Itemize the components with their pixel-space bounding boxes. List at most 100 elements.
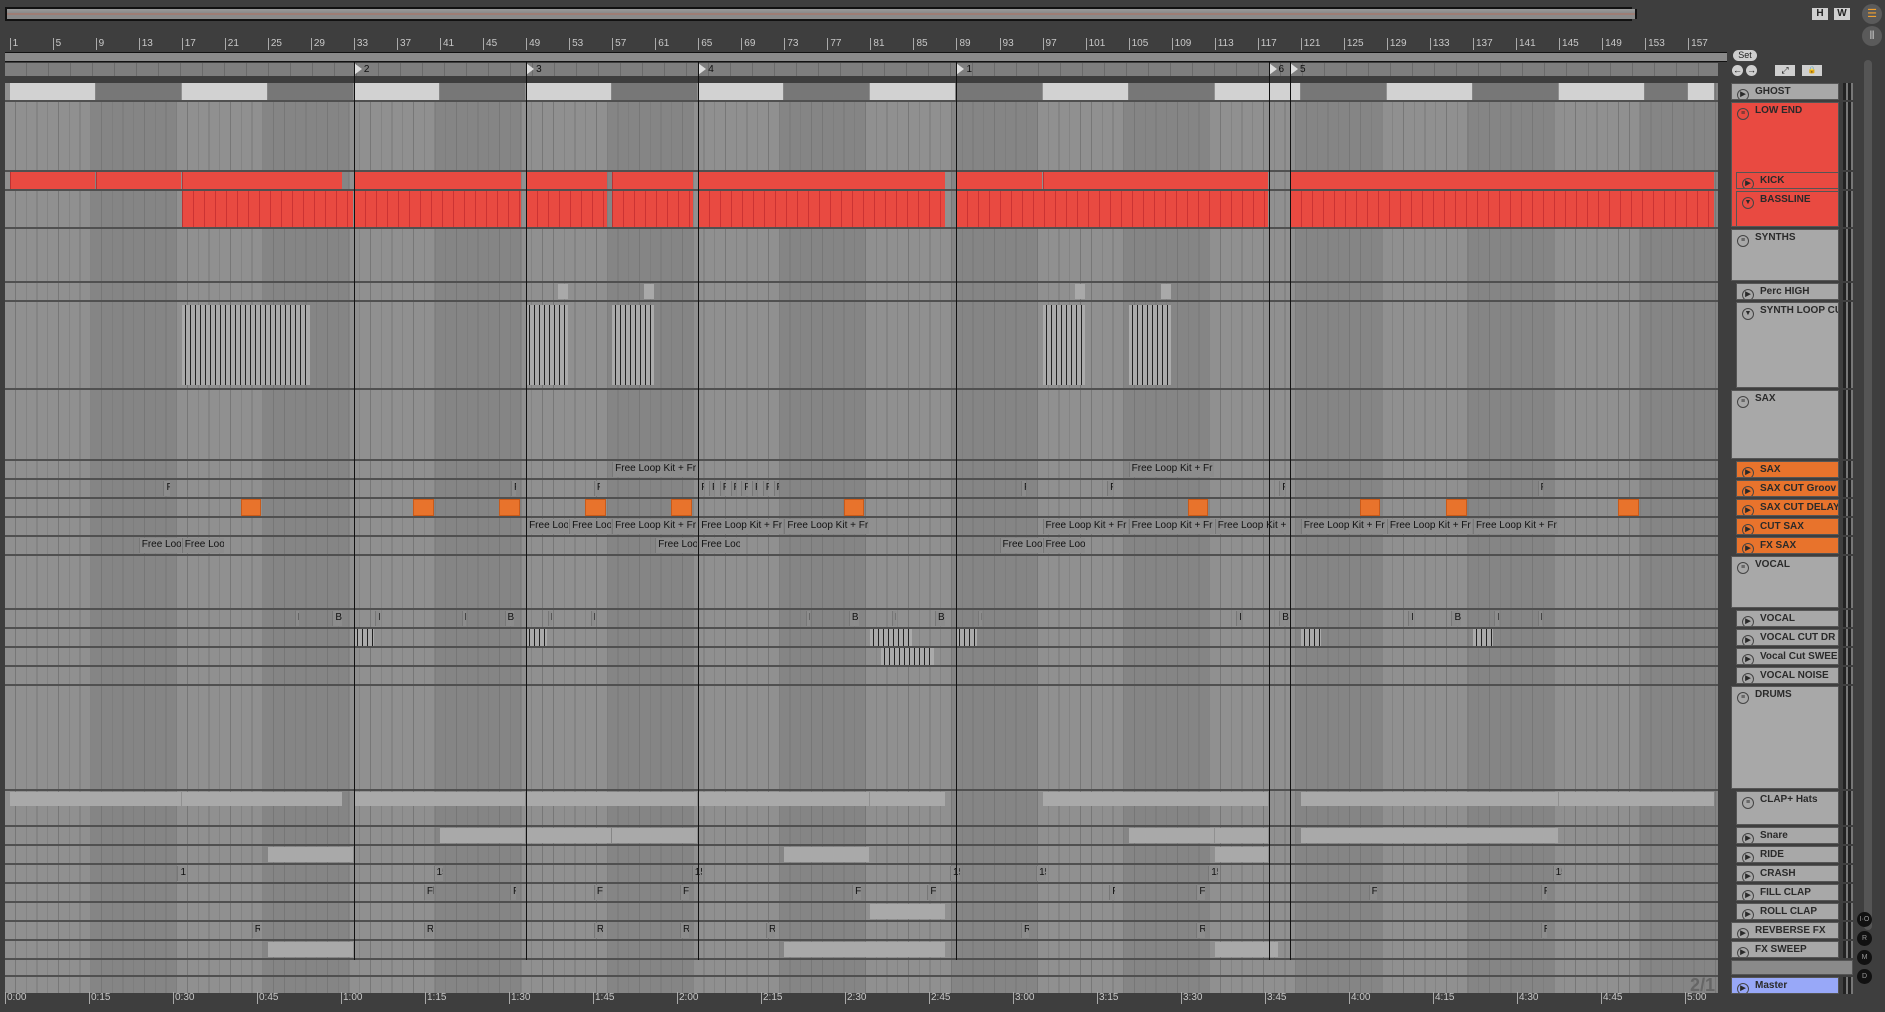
- track-lane[interactable]: [5, 941, 1718, 958]
- clip[interactable]: Free Loop Kit + Fr: [1300, 519, 1386, 534]
- clip[interactable]: Free Loo: [655, 538, 698, 553]
- clip[interactable]: Rc: [679, 923, 689, 938]
- track-header[interactable]: ▶ CRASH: [1736, 865, 1839, 882]
- clip[interactable]: [1472, 83, 1559, 100]
- clip[interactable]: [181, 172, 343, 189]
- track-lane[interactable]: [5, 283, 1718, 300]
- clip[interactable]: [1300, 629, 1322, 646]
- play-toggle-icon[interactable]: ▶: [1737, 983, 1749, 993]
- clip[interactable]: [9, 83, 95, 100]
- clip[interactable]: B: [1451, 611, 1462, 626]
- io-rmd-toggle-button[interactable]: R: [1857, 931, 1872, 946]
- clip[interactable]: [585, 499, 606, 516]
- track-header[interactable]: ▶ VOCAL NOISE: [1736, 667, 1839, 684]
- clip[interactable]: F: [1540, 885, 1548, 900]
- clip[interactable]: Fr: [762, 481, 770, 496]
- clip[interactable]: [526, 305, 569, 385]
- play-toggle-icon[interactable]: ▶: [1742, 524, 1754, 534]
- clip[interactable]: [1618, 499, 1639, 516]
- arrangement-view-icon[interactable]: ☰: [1862, 4, 1882, 24]
- clip[interactable]: [698, 83, 784, 100]
- clip[interactable]: Free Loop Kit + Fr: [1128, 519, 1214, 534]
- clip[interactable]: [181, 191, 353, 227]
- clip[interactable]: [413, 499, 434, 516]
- clip[interactable]: 15 C: [691, 866, 702, 881]
- track-lane[interactable]: [5, 827, 1718, 844]
- clip[interactable]: [9, 172, 95, 189]
- track-header[interactable]: ▶ VOCAL: [1736, 610, 1839, 627]
- group-toggle-icon[interactable]: ≡: [1737, 692, 1749, 704]
- clip[interactable]: [440, 828, 526, 843]
- clip[interactable]: Free Loop Kit +: [1214, 519, 1290, 534]
- clip[interactable]: 15 C: [950, 866, 960, 881]
- clip[interactable]: [526, 172, 607, 189]
- track-header[interactable]: ▶ RIDE: [1736, 846, 1839, 863]
- clip[interactable]: [181, 83, 267, 100]
- clip[interactable]: [526, 191, 607, 227]
- clip[interactable]: [267, 847, 353, 862]
- track-header[interactable]: ≡ CLAP+ Hats: [1736, 791, 1839, 825]
- track-header[interactable]: ≡ SYNTHS: [1731, 229, 1839, 281]
- play-toggle-icon[interactable]: ▶: [1742, 616, 1754, 626]
- clip[interactable]: [870, 792, 945, 806]
- clip[interactable]: [1042, 83, 1128, 100]
- clip[interactable]: Fl: [679, 885, 689, 900]
- track-lane[interactable]: [5, 172, 1718, 189]
- bar-ruler[interactable]: 1 5 9 13 17 21 25 29 33 37 41 45 49 53 57 61 65 69 73 77 81 8…: [5, 36, 1718, 52]
- clip[interactable]: Free Loo: [138, 538, 181, 553]
- track-lane[interactable]: Free Loop Kit + Fr Free Loop Kit + Fr: [5, 461, 1718, 478]
- clip[interactable]: F: [752, 481, 758, 496]
- clip[interactable]: 15 C: [1208, 866, 1218, 881]
- clip[interactable]: I: [461, 611, 466, 626]
- clip[interactable]: [9, 792, 181, 806]
- play-toggle-icon[interactable]: ▶: [1742, 543, 1754, 553]
- group-toggle-icon[interactable]: ≡: [1737, 396, 1749, 408]
- clip[interactable]: [1290, 191, 1715, 227]
- clip[interactable]: [181, 792, 343, 806]
- clip[interactable]: [1214, 828, 1268, 843]
- clip[interactable]: 15 C: [433, 866, 444, 881]
- clip[interactable]: Fr: [719, 481, 727, 496]
- clip[interactable]: [1042, 792, 1268, 806]
- play-toggle-icon[interactable]: ▶: [1742, 852, 1754, 862]
- clip[interactable]: F: [709, 481, 715, 496]
- clip[interactable]: [612, 83, 698, 100]
- clip[interactable]: [1187, 499, 1209, 516]
- clip[interactable]: R: [593, 923, 603, 938]
- clip[interactable]: B: [934, 611, 945, 626]
- fit-height-button[interactable]: H: [1812, 8, 1828, 20]
- track-lane[interactable]: [5, 191, 1718, 227]
- track-lane[interactable]: [5, 667, 1718, 684]
- clip[interactable]: [1160, 284, 1171, 299]
- io-rmd-toggle-button[interactable]: M: [1857, 950, 1872, 965]
- track-lane[interactable]: [5, 648, 1718, 665]
- track-lane[interactable]: Free Loo Free Loo Free Loo Free Loo Free Loo…: [5, 537, 1718, 554]
- clip[interactable]: Fl: [1196, 885, 1206, 900]
- play-toggle-icon[interactable]: ▶: [1742, 871, 1754, 881]
- play-toggle-icon[interactable]: ▶: [1737, 928, 1749, 938]
- clip[interactable]: E: [1408, 611, 1413, 626]
- time-ruler[interactable]: 0:00 0:15 0:30 0:45 1:00 1:15 1:30 1:45 2:00 2:15…: [5, 992, 1718, 1006]
- clip[interactable]: B: [848, 611, 859, 626]
- clip[interactable]: [181, 305, 310, 385]
- clip[interactable]: [1214, 847, 1268, 862]
- track-lane[interactable]: [5, 302, 1718, 388]
- track-lane[interactable]: IBEIBIEEBIBEIBEBII: [5, 610, 1718, 627]
- track-lane[interactable]: [5, 903, 1718, 920]
- clip[interactable]: [1128, 83, 1214, 100]
- track-header[interactable]: ▶ CUT SAX: [1736, 518, 1839, 535]
- track-header[interactable]: ▶ KICK: [1736, 172, 1839, 189]
- clip[interactable]: [353, 83, 439, 100]
- clip[interactable]: Free Loo: [1042, 538, 1085, 553]
- master-track-header[interactable]: ▶ Master: [1731, 977, 1839, 994]
- play-toggle-icon[interactable]: ▶: [1742, 505, 1754, 515]
- clip[interactable]: B: [504, 611, 515, 626]
- clip[interactable]: [267, 942, 353, 957]
- track-header[interactable]: ▶ VOCAL CUT DR: [1736, 629, 1839, 646]
- clip[interactable]: E: [805, 611, 811, 626]
- loop-brace-strip[interactable]: [5, 52, 1727, 62]
- group-toggle-icon[interactable]: ≡: [1737, 562, 1749, 574]
- group-toggle-icon[interactable]: ≡: [1737, 108, 1749, 120]
- clip[interactable]: [526, 83, 612, 100]
- clip[interactable]: Free Loo: [181, 538, 224, 553]
